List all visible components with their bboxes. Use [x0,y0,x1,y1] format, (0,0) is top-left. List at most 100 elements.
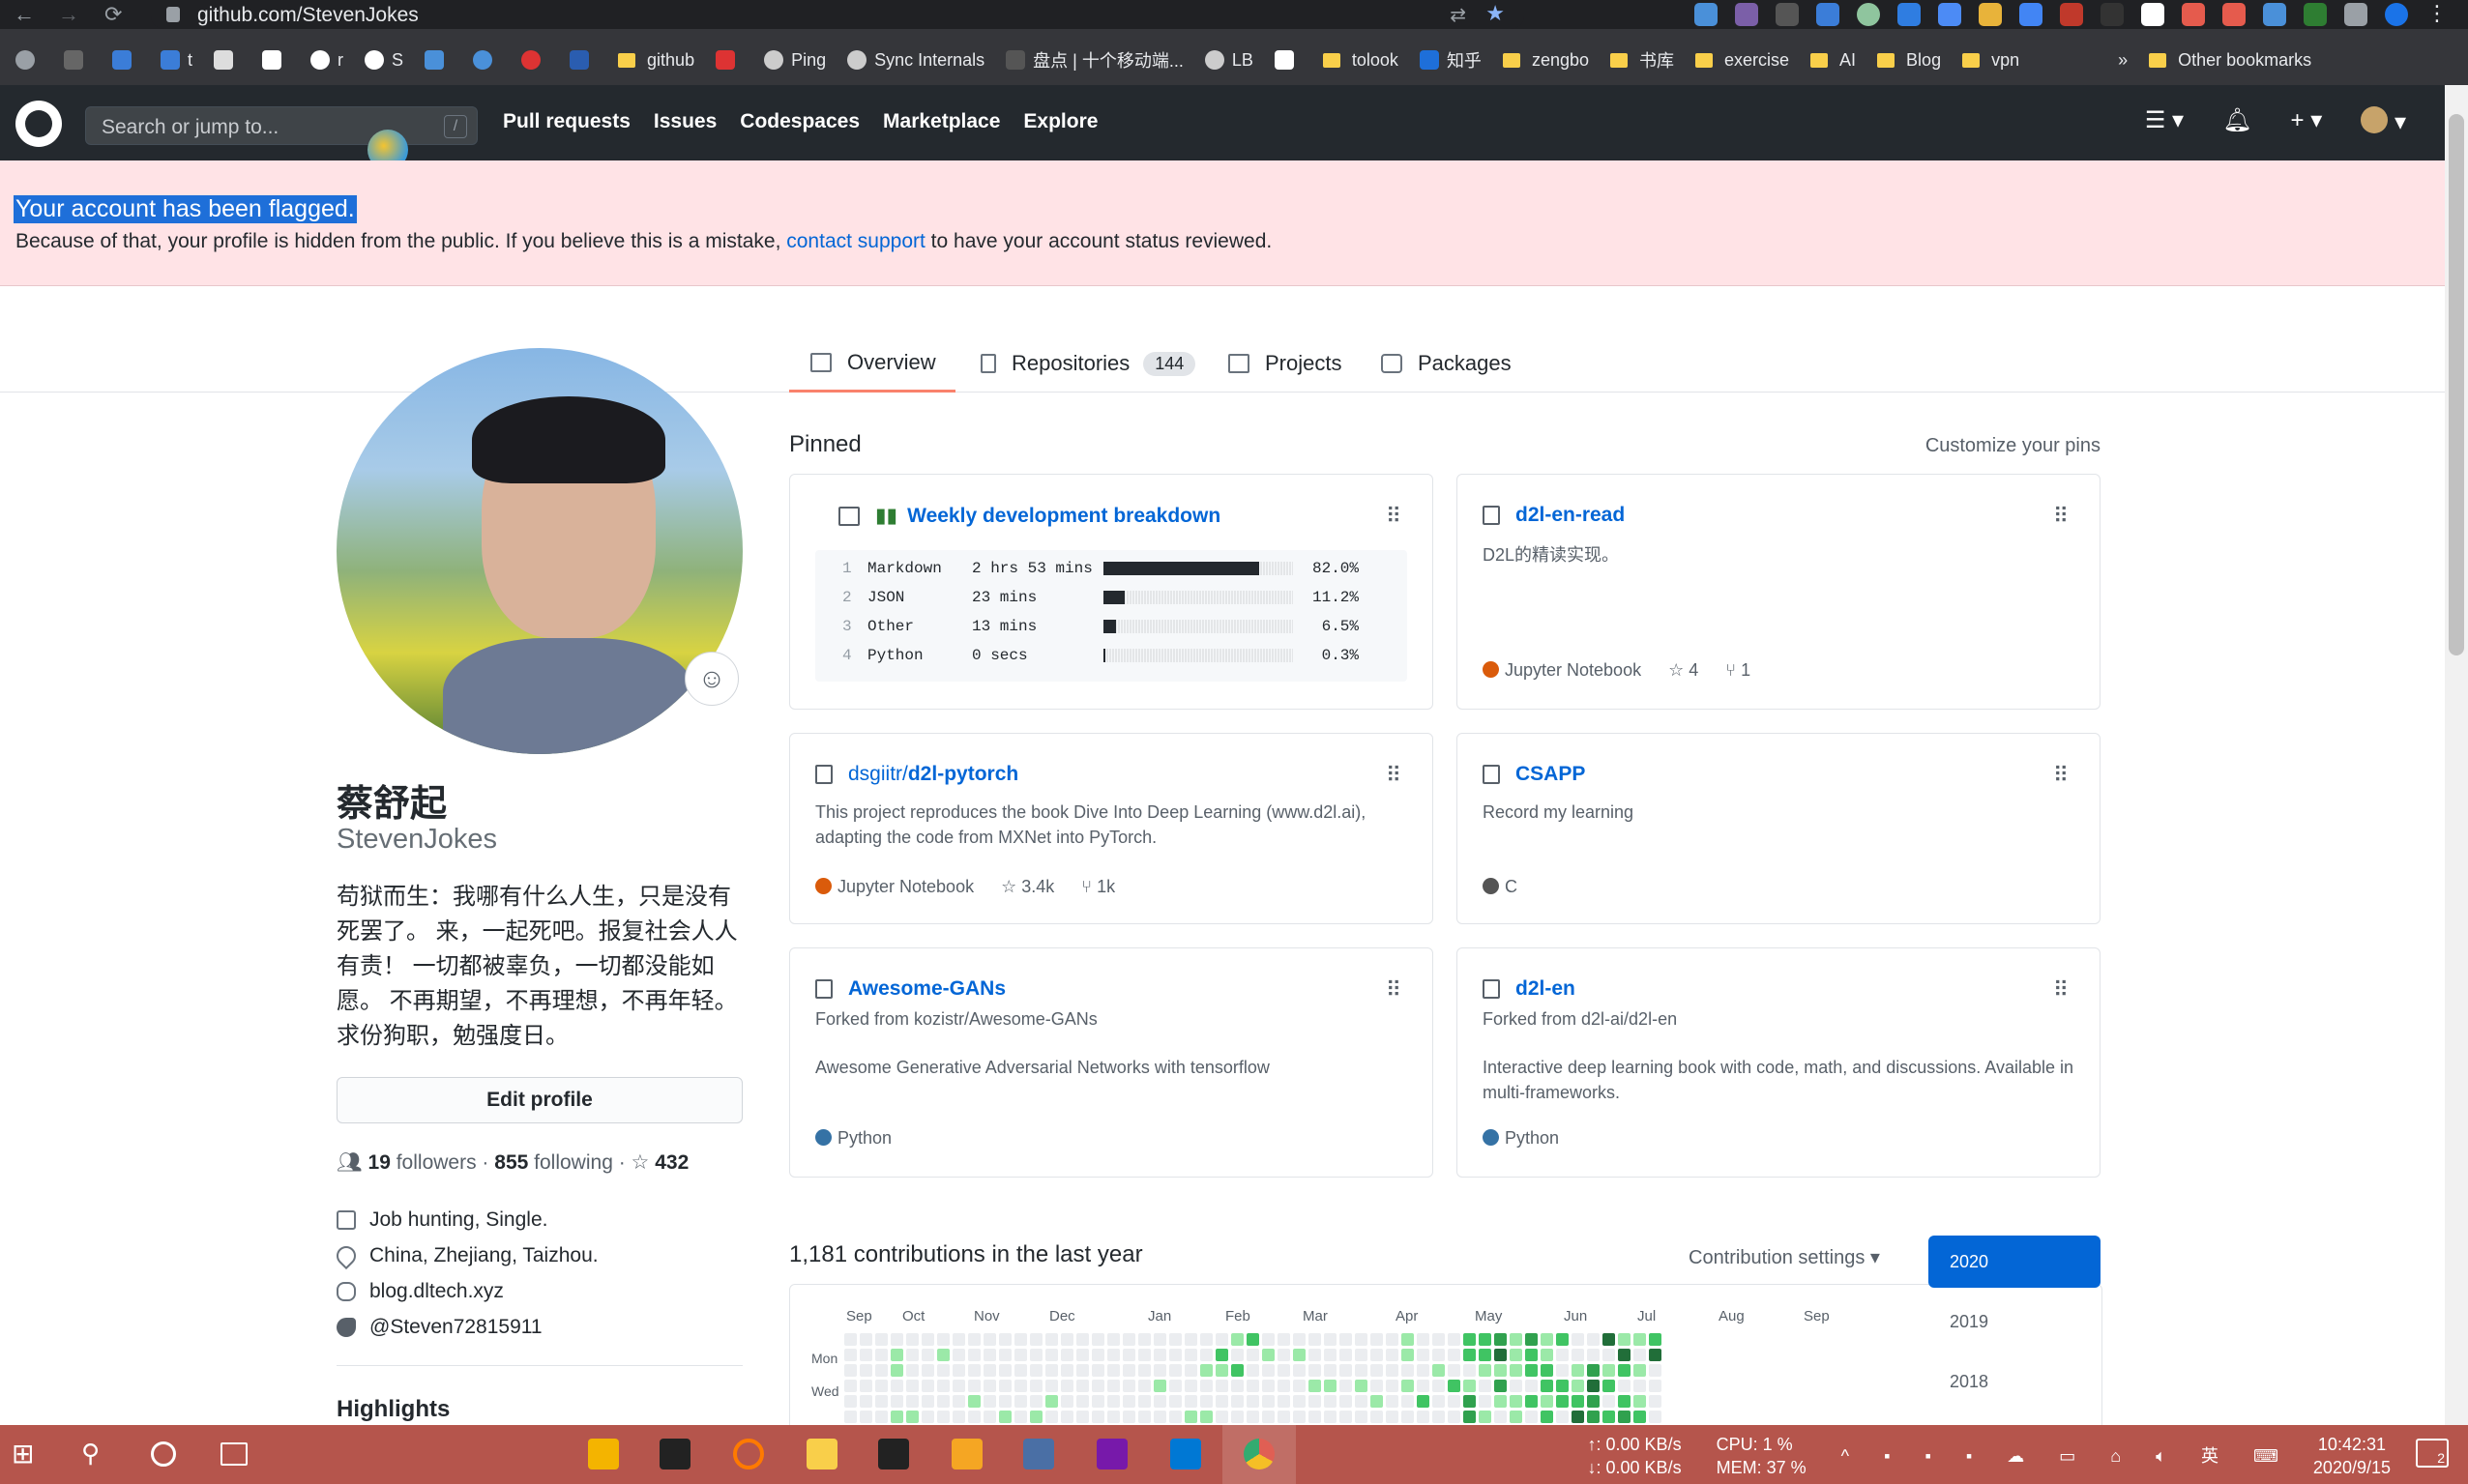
scrollbar-thumb[interactable] [2449,114,2464,655]
hamburger-menu-icon[interactable]: ☰ ▾ [2145,106,2184,136]
contribution-day[interactable] [906,1333,920,1347]
contribution-day[interactable] [1432,1364,1446,1378]
contribution-day[interactable] [1494,1333,1508,1347]
contribution-day[interactable] [1386,1333,1399,1347]
bookmark-article[interactable]: 盘点 | 十个移动端... [1006,47,1184,73]
back-icon[interactable]: ← [14,2,35,27]
contribution-day[interactable] [1370,1349,1384,1362]
contribution-day[interactable] [1200,1349,1214,1362]
contribution-day[interactable] [860,1411,873,1424]
bookmark-icon-only[interactable] [1274,50,1302,70]
contribution-day[interactable] [1308,1411,1322,1424]
network-icon[interactable]: ⌂ [2110,1444,2121,1468]
contribution-day[interactable] [984,1364,997,1378]
contribution-day[interactable] [1169,1364,1183,1378]
contribution-day[interactable] [968,1349,982,1362]
contribution-day[interactable] [1417,1411,1430,1424]
contribution-day[interactable] [1014,1364,1028,1378]
customize-pins-link[interactable]: Customize your pins [1925,435,2101,457]
contribution-day[interactable] [1262,1364,1276,1378]
contribution-day[interactable] [968,1395,982,1409]
contribution-day[interactable] [1649,1333,1662,1347]
bookmark-zhihu[interactable]: 知乎 [1419,47,1482,73]
contribution-day[interactable] [860,1380,873,1393]
contribution-day[interactable] [906,1380,920,1393]
contribution-day[interactable] [1061,1349,1074,1362]
set-status-smiley-icon[interactable]: ☺ [685,652,739,706]
contribution-day[interactable] [1339,1349,1353,1362]
repo-title-link[interactable]: d2l-en-read [1483,504,1625,527]
contact-support-link[interactable]: contact support [786,230,926,252]
contribution-day[interactable] [1154,1411,1167,1424]
contribution-day[interactable] [1061,1364,1074,1378]
contribution-day[interactable] [968,1333,982,1347]
contribution-day[interactable] [937,1380,951,1393]
contribution-day[interactable] [1448,1395,1461,1409]
contribution-day[interactable] [1386,1395,1399,1409]
extension-icon[interactable] [2263,3,2286,26]
contribution-day[interactable] [1293,1395,1307,1409]
contribution-day[interactable] [1649,1380,1662,1393]
contribution-day[interactable] [891,1395,904,1409]
repo-forks[interactable]: ⑂ 1 [1725,660,1750,681]
contribution-day[interactable] [1541,1364,1554,1378]
contribution-day[interactable] [1339,1364,1353,1378]
contribution-day[interactable] [1293,1349,1307,1362]
contribution-day[interactable] [1293,1364,1307,1378]
contribution-day[interactable] [1138,1411,1152,1424]
contribution-day[interactable] [1293,1380,1307,1393]
contribution-day[interactable] [1200,1364,1214,1378]
contribution-day[interactable] [984,1333,997,1347]
contribution-day[interactable] [968,1364,982,1378]
contribution-day[interactable] [1308,1395,1322,1409]
bookmark-huawei[interactable] [716,50,743,70]
contribution-day[interactable] [1107,1395,1121,1409]
notification-center-icon[interactable]: 2 [2416,1439,2449,1468]
contribution-day[interactable] [1076,1364,1090,1378]
contribution-day[interactable] [1448,1349,1461,1362]
contribution-day[interactable] [1293,1411,1307,1424]
repo-stars[interactable]: ☆ 4 [1668,660,1698,681]
contribution-day[interactable] [984,1380,997,1393]
contribution-day[interactable] [1092,1411,1105,1424]
contribution-day[interactable] [1169,1333,1183,1347]
contribution-day[interactable] [984,1349,997,1362]
profile-icon[interactable] [2385,3,2408,26]
contribution-day[interactable] [1169,1380,1183,1393]
search-app-icon[interactable] [733,1439,764,1469]
contribution-day[interactable] [1510,1349,1523,1362]
contribution-day[interactable] [1494,1411,1508,1424]
contribution-day[interactable] [875,1349,889,1362]
contribution-day[interactable] [1572,1364,1585,1378]
contribution-day[interactable] [906,1395,920,1409]
contribution-day[interactable] [1587,1333,1601,1347]
contribution-day[interactable] [891,1380,904,1393]
contribution-settings-dropdown[interactable]: Contribution settings ▾ [1689,1245,1880,1269]
puzzle-icon[interactable] [2344,3,2367,26]
repo-title-link[interactable]: dsgiitr/d2l-pytorch [815,763,1018,786]
contribution-day[interactable] [844,1411,858,1424]
contribution-day[interactable] [1339,1380,1353,1393]
tab-projects[interactable]: Projects [1228,335,1341,393]
contribution-day[interactable] [1618,1395,1631,1409]
contribution-day[interactable] [1463,1380,1477,1393]
contribution-day[interactable] [953,1349,966,1362]
profile-avatar[interactable] [337,348,743,754]
contribution-day[interactable] [1030,1349,1043,1362]
volume-icon[interactable]: 🔈︎ [2156,1444,2166,1468]
profile-blog[interactable]: blog.dltech.xyz [337,1280,504,1303]
contribution-day[interactable] [1556,1411,1570,1424]
contribution-day[interactable] [1061,1395,1074,1409]
contribution-day[interactable] [1138,1349,1152,1362]
contribution-day[interactable] [1401,1395,1415,1409]
address-bar[interactable]: github.com/StevenJokes ⇄ ★ [151,0,1524,29]
contribution-day[interactable] [1355,1411,1368,1424]
contribution-day[interactable] [999,1395,1013,1409]
contribution-day[interactable] [1107,1364,1121,1378]
contribution-day[interactable] [968,1411,982,1424]
contribution-day[interactable] [1602,1411,1616,1424]
drag-handle-icon[interactable]: ⠿ [2053,977,2069,1003]
contribution-day[interactable] [1401,1380,1415,1393]
contribution-day[interactable] [1216,1380,1229,1393]
contribution-day[interactable] [1355,1333,1368,1347]
